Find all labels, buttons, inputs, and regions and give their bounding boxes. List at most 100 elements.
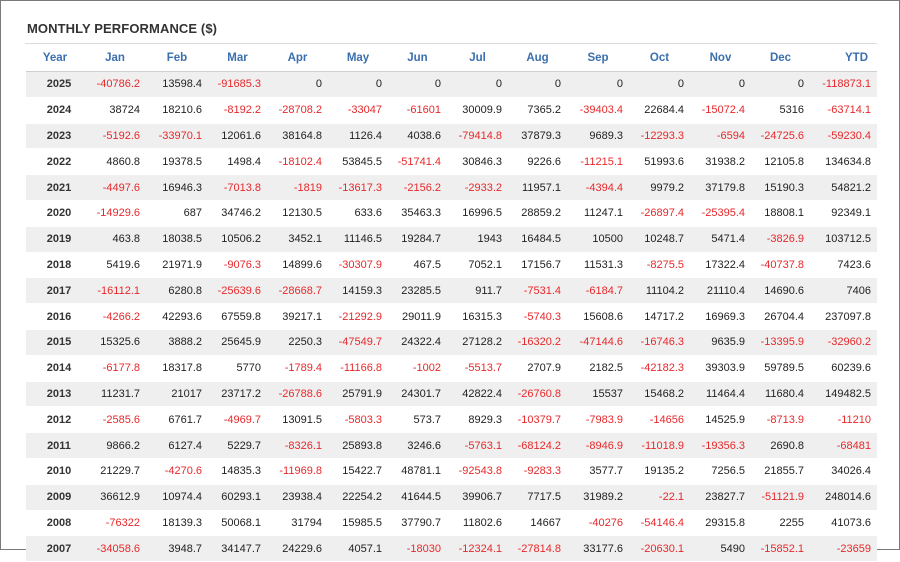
- table-body: 2025 -40786.2 13598.4 -91685.3 0 0 0 0 0 0 0 0 0 -118…: [26, 71, 877, 562]
- cell-nov: 5471.4: [690, 226, 751, 253]
- cell-jun: 573.7: [388, 406, 447, 434]
- cell-ytd: 7406: [810, 277, 877, 305]
- col-header-jun: Jun: [388, 45, 447, 72]
- cell-ytd: 41073.6: [810, 510, 877, 537]
- cell-sep: -8946.9: [567, 432, 629, 459]
- cell-jun: 24322.4: [388, 329, 447, 356]
- cell-jul: -12324.1: [447, 535, 508, 562]
- cell-sep: -39403.4: [567, 97, 629, 124]
- cell-aug: 11957.1: [508, 174, 567, 201]
- cell-jun: 41644.5: [388, 484, 447, 511]
- year-cell: 2015: [26, 329, 84, 356]
- table-row: 2025 -40786.2 13598.4 -91685.3 0 0 0 0 0 0 0 0 0 -118…: [26, 71, 877, 98]
- cell-jun: 37790.7: [388, 510, 447, 537]
- cell-oct: 51993.6: [629, 148, 690, 176]
- cell-apr: -8326.1: [267, 432, 328, 459]
- cell-feb: 18317.8: [146, 355, 208, 382]
- cell-apr: 12130.5: [267, 200, 328, 227]
- cell-apr: -1819: [267, 174, 328, 201]
- year-cell: 2017: [26, 277, 84, 305]
- cell-dec: -8713.9: [751, 406, 810, 434]
- cell-jan: -34058.6: [84, 535, 146, 562]
- cell-oct: 10248.7: [629, 226, 690, 253]
- cell-jul: 39906.7: [447, 484, 508, 511]
- cell-nov: 0: [690, 71, 751, 98]
- col-header-year: Year: [26, 45, 84, 72]
- cell-aug: -5740.3: [508, 303, 567, 330]
- cell-jan: -40786.2: [84, 71, 146, 98]
- cell-dec: -15852.1: [751, 535, 810, 562]
- table-row: 2008 -76322 18139.3 50068.1 31794 15985.5 3779…: [26, 510, 877, 537]
- col-header-ytd: YTD: [810, 45, 877, 72]
- cell-jun: 0: [388, 71, 447, 98]
- cell-jul: 42822.4: [447, 381, 508, 408]
- cell-jul: 8929.3: [447, 406, 508, 434]
- cell-oct: -54146.4: [629, 510, 690, 537]
- cell-apr: 2250.3: [267, 329, 328, 356]
- cell-feb: 21971.9: [146, 252, 208, 279]
- cell-jul: 27128.2: [447, 329, 508, 356]
- cell-jul: -5763.1: [447, 432, 508, 459]
- cell-oct: -16746.3: [629, 329, 690, 356]
- cell-dec: 11680.4: [751, 381, 810, 408]
- cell-sep: 10500: [567, 226, 629, 253]
- cell-sep: 11247.1: [567, 200, 629, 227]
- table-row: 2017 -16112.1 6280.8 -25639.6 -28668.7 14159.…: [26, 277, 877, 305]
- cell-jan: -5192.6: [84, 123, 146, 150]
- cell-jul: 7052.1: [447, 252, 508, 279]
- cell-jul: 30846.3: [447, 148, 508, 176]
- cell-feb: 6127.4: [146, 432, 208, 459]
- cell-mar: 50068.1: [208, 510, 267, 537]
- cell-nov: -6594: [690, 123, 751, 150]
- cell-nov: 9635.9: [690, 329, 751, 356]
- cell-mar: 12061.6: [208, 123, 267, 150]
- cell-mar: 1498.4: [208, 148, 267, 176]
- cell-jun: -18030: [388, 535, 447, 562]
- cell-mar: 25645.9: [208, 329, 267, 356]
- cell-dec: 5316: [751, 97, 810, 124]
- cell-mar: 10506.2: [208, 226, 267, 253]
- table-row: 2023 -5192.6 -33970.1 12061.6 38164.8 1126.4 4…: [26, 123, 877, 150]
- cell-ytd: -63714.1: [810, 97, 877, 124]
- cell-mar: 14835.3: [208, 458, 267, 485]
- cell-apr: 31794: [267, 510, 328, 537]
- cell-jan: -6177.8: [84, 355, 146, 382]
- col-header-oct: Oct: [629, 45, 690, 72]
- cell-mar: 5770: [208, 355, 267, 382]
- cell-jun: 24301.7: [388, 381, 447, 408]
- cell-nov: 7256.5: [690, 458, 751, 485]
- cell-sep: 3577.7: [567, 458, 629, 485]
- cell-feb: 6280.8: [146, 277, 208, 305]
- cell-jun: 3246.6: [388, 432, 447, 459]
- cell-jul: 0: [447, 71, 508, 98]
- col-header-jul: Jul: [447, 45, 508, 72]
- cell-may: 53845.5: [328, 148, 388, 176]
- cell-jan: 15325.6: [84, 329, 146, 356]
- cell-nov: 31938.2: [690, 148, 751, 176]
- cell-ytd: -23659: [810, 535, 877, 562]
- cell-may: 633.6: [328, 200, 388, 227]
- performance-panel: MONTHLY PERFORMANCE ($) Year Jan Feb Mar…: [0, 0, 900, 562]
- table-row: 2011 9866.2 6127.4 5229.7 -8326.1 25893.8 3246…: [26, 432, 877, 459]
- cell-feb: 18210.6: [146, 97, 208, 124]
- cell-ytd: 92349.1: [810, 200, 877, 227]
- cell-oct: -8275.5: [629, 252, 690, 279]
- cell-mar: -4969.7: [208, 406, 267, 434]
- col-header-dec: Dec: [751, 45, 810, 72]
- cell-jul: -79414.8: [447, 123, 508, 150]
- cell-mar: 60293.1: [208, 484, 267, 511]
- cell-jan: -14929.6: [84, 200, 146, 227]
- cell-apr: 13091.5: [267, 406, 328, 434]
- cell-jan: 5419.6: [84, 252, 146, 279]
- col-header-mar: Mar: [208, 45, 267, 72]
- cell-oct: 0: [629, 71, 690, 98]
- table-row: 2014 -6177.8 18317.8 5770 -1789.4 -11166.8 -10…: [26, 355, 877, 382]
- cell-jul: -92543.8: [447, 458, 508, 485]
- cell-feb: 13598.4: [146, 71, 208, 98]
- cell-nov: -15072.4: [690, 97, 751, 124]
- cell-apr: 24229.6: [267, 535, 328, 562]
- cell-sep: 11531.3: [567, 252, 629, 279]
- cell-ytd: 54821.2: [810, 174, 877, 201]
- table-row: 2019 463.8 18038.5 10506.2 3452.1 11146.5 1928…: [26, 226, 877, 253]
- cell-jun: 23285.5: [388, 277, 447, 305]
